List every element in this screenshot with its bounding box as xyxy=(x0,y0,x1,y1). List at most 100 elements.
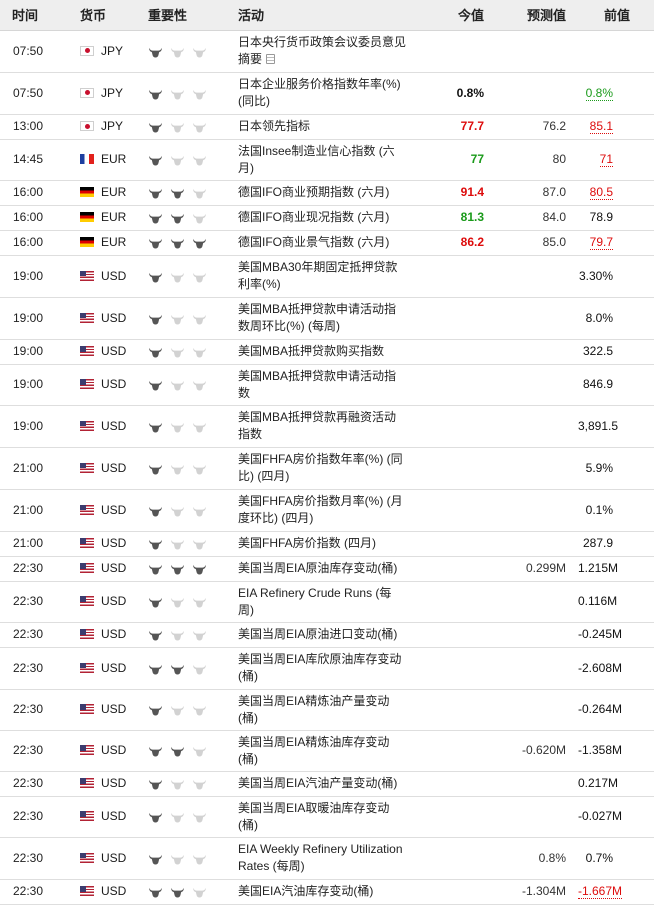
event-row[interactable]: 07:50 JPY 日本企业服务价格指数年率(%) (同比) 0.8% 0.8% xyxy=(0,72,654,115)
event-name-link[interactable]: 美国当周EIA原油进口变动(桶) xyxy=(238,627,397,641)
event-row[interactable]: 22:30 USD 美国当周EIA取暖油库存变动(桶) -0.027M xyxy=(0,796,654,838)
actual-value: 86.2 xyxy=(460,235,484,249)
event-time: 16:00 xyxy=(0,180,72,206)
forecast-value: 80 xyxy=(496,139,578,181)
event-name-link[interactable]: 美国FHFA房价指数年率(%) (同比) (四月) xyxy=(238,452,403,483)
event-currency: USD xyxy=(72,622,140,648)
event-row[interactable]: 22:30 USD 美国当周EIA汽油产量变动(桶) 0.217M xyxy=(0,771,654,797)
event-row[interactable]: 16:00 EUR 德国IFO商业景气指数 (六月) 86.2 85.0 79.7 xyxy=(0,230,654,256)
event-row[interactable]: 19:00 USD 美国MBA抵押贷款购买指数 322.5 xyxy=(0,339,654,365)
event-name-link[interactable]: 美国MBA抵押贷款再融资活动指数 xyxy=(238,410,396,441)
event-name-link[interactable]: 美国MBA30年期固定抵押贷款利率(%) xyxy=(238,260,397,291)
event-currency: USD xyxy=(72,796,140,838)
event-name-link[interactable]: 德国IFO商业预期指数 (六月) xyxy=(238,185,389,199)
event-name-link[interactable]: 美国MBA抵押贷款申请活动指数 xyxy=(238,369,396,400)
previous-cell: 322.5 xyxy=(578,339,654,365)
event-row[interactable]: 22:30 USD 美国当周EIA原油库存变动(桶) 0.299M 1.215M xyxy=(0,556,654,582)
previous-value: 0.116M xyxy=(578,594,618,608)
bull-icon xyxy=(148,421,163,433)
event-name-link[interactable]: EIA Refinery Crude Runs (每周) xyxy=(238,586,391,617)
bull-icon xyxy=(192,886,207,898)
event-row[interactable]: 07:50 JPY 日本央行货币政策会议委员意见摘要 xyxy=(0,30,654,73)
bull-icon xyxy=(148,704,163,716)
event-name-link[interactable]: 日本企业服务价格指数年率(%) (同比) xyxy=(238,77,401,108)
event-name-link[interactable]: 美国当周EIA取暖油库存变动(桶) xyxy=(238,801,389,832)
event-row[interactable]: 13:00 JPY 日本领先指标 77.7 76.2 85.1 xyxy=(0,114,654,140)
previous-value: 85.1 xyxy=(589,119,613,134)
event-cell: 美国当周EIA原油库存变动(桶) xyxy=(230,556,410,582)
bull-icon xyxy=(192,313,207,325)
event-row[interactable]: 21:00 USD 美国FHFA房价指数 (四月) 287.9 xyxy=(0,531,654,557)
event-name-link[interactable]: 德国IFO商业景气指数 (六月) xyxy=(238,235,389,249)
forecast-value xyxy=(496,622,578,648)
event-name-link[interactable]: EIA Weekly Refinery Utilization Rates (每… xyxy=(238,842,403,873)
event-row[interactable]: 21:00 USD 美国FHFA房价指数年率(%) (同比) (四月) 5.9% xyxy=(0,447,654,490)
event-cell: 美国FHFA房价指数月率(%) (月度环比) (四月) xyxy=(230,489,410,532)
event-row[interactable]: 22:30 USD 美国当周EIA精炼油库存变动(桶) -0.620M -1.358M xyxy=(0,730,654,772)
event-currency: EUR xyxy=(72,205,140,231)
previous-value: -0.264M xyxy=(578,702,623,716)
event-name-link[interactable]: 美国FHFA房价指数月率(%) (月度环比) (四月) xyxy=(238,494,403,525)
event-name-link[interactable]: 美国当周EIA精炼油产量变动(桶) xyxy=(238,694,389,725)
currency-code: JPY xyxy=(101,119,124,133)
event-cell: 美国FHFA房价指数 (四月) xyxy=(230,531,410,557)
flag-de-icon xyxy=(80,212,94,222)
bull-icon xyxy=(192,538,207,550)
currency-code: EUR xyxy=(101,210,127,224)
event-row[interactable]: 19:00 USD 美国MBA抵押贷款申请活动指数 846.9 xyxy=(0,364,654,406)
header-event[interactable]: 活动 xyxy=(230,0,410,31)
event-time: 14:45 xyxy=(0,139,72,181)
event-name-link[interactable]: 美国EIA汽油库存变动(桶) xyxy=(238,884,373,898)
event-row[interactable]: 22:30 USD 美国当周EIA原油进口变动(桶) -0.245M xyxy=(0,622,654,648)
document-icon[interactable] xyxy=(266,54,276,64)
actual-cell xyxy=(410,689,496,731)
event-name-link[interactable]: 美国MBA抵押贷款购买指数 xyxy=(238,344,384,358)
previous-cell: 846.9 xyxy=(578,364,654,406)
event-row[interactable]: 14:45 EUR 法国Insee制造业信心指数 (六月) 77 80 71 xyxy=(0,139,654,181)
event-name-link[interactable]: 美国FHFA房价指数 (四月) xyxy=(238,536,376,550)
bull-icon xyxy=(148,121,163,133)
header-time[interactable]: 时间 xyxy=(0,0,72,31)
header-previous[interactable]: 前值 xyxy=(578,0,654,31)
event-time: 22:30 xyxy=(0,879,72,905)
event-name-link[interactable]: 美国MBA抵押贷款申请活动指数周环比(%) (每周) xyxy=(238,302,396,333)
bull-icon xyxy=(170,212,185,224)
event-name-link[interactable]: 美国当周EIA汽油产量变动(桶) xyxy=(238,776,397,790)
event-row[interactable]: 22:30 USD 美国当周EIA库欣原油库存变动(桶) -2.608M xyxy=(0,647,654,690)
currency-code: USD xyxy=(101,660,127,675)
bull-icon xyxy=(192,745,207,757)
event-row[interactable]: 16:00 EUR 德国IFO商业预期指数 (六月) 91.4 87.0 80.5 xyxy=(0,180,654,206)
header-currency[interactable]: 货币 xyxy=(72,0,140,31)
currency-code: USD xyxy=(101,418,127,433)
importance-rating xyxy=(140,771,230,797)
event-row[interactable]: 22:30 USD EIA Refinery Crude Runs (每周) 0.11… xyxy=(0,581,654,623)
event-row[interactable]: 16:00 EUR 德国IFO商业现况指数 (六月) 81.3 84.0 78.9 xyxy=(0,205,654,231)
bull-icon xyxy=(192,596,207,608)
event-currency: USD xyxy=(72,689,140,731)
event-name-link[interactable]: 美国当周EIA库欣原油库存变动(桶) xyxy=(238,652,401,683)
event-row[interactable]: 22:30 USD 美国EIA汽油库存变动(桶) -1.304M -1.667M xyxy=(0,879,654,905)
previous-cell xyxy=(578,30,654,73)
event-row[interactable]: 22:30 USD EIA Weekly Refinery Utilization … xyxy=(0,837,654,880)
event-row[interactable]: 22:30 USD 美国当周EIA精炼油产量变动(桶) -0.264M xyxy=(0,689,654,731)
bull-icon xyxy=(148,212,163,224)
event-row[interactable]: 19:00 USD 美国MBA抵押贷款申请活动指数周环比(%) (每周) 8.0% xyxy=(0,297,654,340)
event-name-link[interactable]: 日本央行货币政策会议委员意见摘要 xyxy=(238,35,406,66)
event-row[interactable]: 21:00 USD 美国FHFA房价指数月率(%) (月度环比) (四月) 0.1% xyxy=(0,489,654,532)
event-currency: EUR xyxy=(72,180,140,206)
bull-icon xyxy=(170,629,185,641)
event-name-link[interactable]: 德国IFO商业现况指数 (六月) xyxy=(238,210,389,224)
event-name-link[interactable]: 日本领先指标 xyxy=(238,119,310,133)
event-name-link[interactable]: 美国当周EIA精炼油库存变动(桶) xyxy=(238,735,389,766)
header-importance[interactable]: 重要性 xyxy=(140,0,230,31)
event-row[interactable]: 19:00 USD 美国MBA30年期固定抵押贷款利率(%) 3.30% xyxy=(0,255,654,298)
event-time: 22:30 xyxy=(0,556,72,582)
event-name-link[interactable]: 法国Insee制造业信心指数 (六月) xyxy=(238,144,395,175)
event-time: 22:30 xyxy=(0,689,72,731)
event-row[interactable]: 19:00 USD 美国MBA抵押贷款再融资活动指数 3,891.5 xyxy=(0,405,654,448)
header-actual[interactable]: 今值 xyxy=(410,0,496,31)
header-forecast[interactable]: 预测值 xyxy=(496,0,578,31)
currency-code: USD xyxy=(101,702,127,716)
event-name-link[interactable]: 美国当周EIA原油库存变动(桶) xyxy=(238,561,397,575)
bull-icon xyxy=(170,313,185,325)
